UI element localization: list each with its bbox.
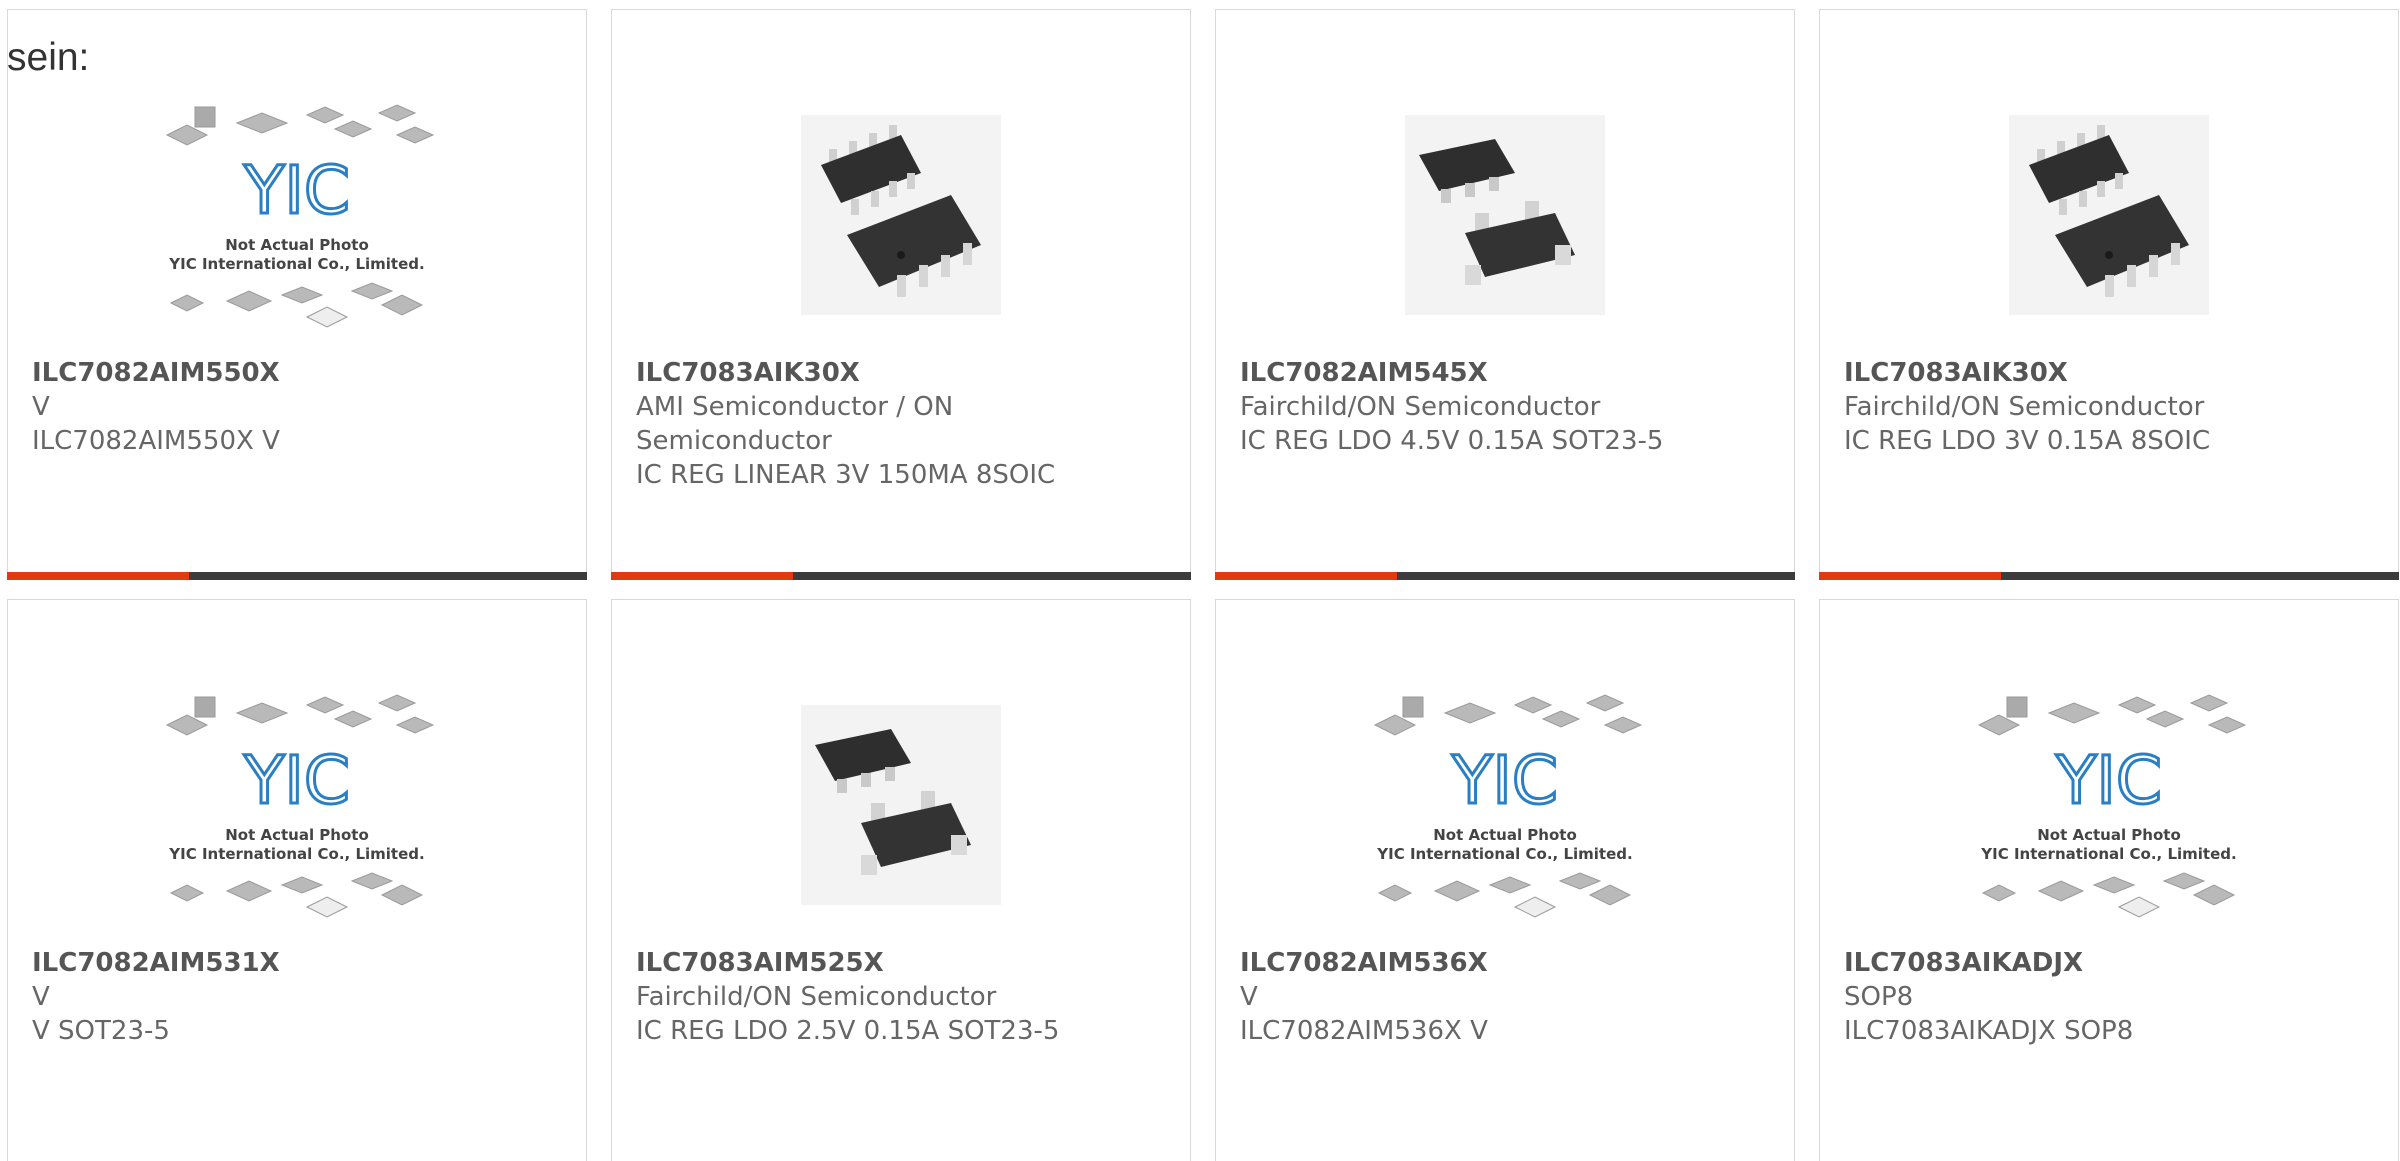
product-description: IC REG LDO 3V 0.15A 8SOIC — [1844, 426, 2211, 456]
product-name[interactable]: ILC7083AIK30X — [1844, 356, 2068, 390]
product-card[interactable]: ILC7083AIM525X Fairchild/ON Semiconducto… — [611, 599, 1191, 1161]
placeholder-photo-icon: YIC Not Actual Photo YIC International C… — [165, 694, 435, 918]
product-description: IC REG LDO 2.5V 0.15A SOT23-5 — [636, 1016, 1060, 1046]
svg-text:YIC International Co., Limited: YIC International Co., Limited. — [1376, 845, 1632, 863]
card-bottom-bar — [7, 572, 587, 580]
product-card[interactable]: YIC Not Actual Photo YIC International C… — [1819, 599, 2399, 1161]
product-name[interactable]: ILC7082AIM531X — [32, 946, 280, 980]
product-image[interactable] — [612, 80, 1190, 350]
placeholder-photo-icon: YIC Not Actual Photo YIC International C… — [1977, 694, 2247, 918]
product-name[interactable]: ILC7083AIK30X — [636, 356, 860, 390]
product-maker: V — [32, 392, 50, 422]
soic8-chip-icon — [801, 115, 1001, 315]
product-image-placeholder[interactable]: YIC Not Actual Photo YIC International C… — [1216, 670, 1794, 940]
product-image-placeholder[interactable]: YIC Not Actual Photo YIC International C… — [8, 80, 586, 350]
product-image-placeholder[interactable]: YIC Not Actual Photo YIC International C… — [1820, 670, 2398, 940]
card-accent-bar — [1819, 572, 2001, 580]
card-bottom-bar — [1215, 572, 1795, 580]
product-card[interactable]: ILC7083AIK30X AMI Semiconductor / ON Sem… — [611, 9, 1191, 580]
product-card[interactable]: YIC Not Actual Photo YIC International C… — [7, 599, 587, 1161]
svg-text:Not Actual Photo: Not Actual Photo — [225, 826, 369, 844]
product-description: ILC7082AIM536X V — [1240, 1016, 1488, 1046]
card-bottom-bar — [611, 572, 1191, 580]
product-description: IC REG LDO 4.5V 0.15A SOT23-5 — [1240, 426, 1664, 456]
product-maker: V — [32, 982, 50, 1012]
product-name[interactable]: ILC7083AIM525X — [636, 946, 884, 980]
sot23-chip-icon — [801, 705, 1001, 905]
product-card[interactable]: ILC7082AIM545X Fairchild/ON Semiconducto… — [1215, 9, 1795, 580]
placeholder-photo-icon: YIC Not Actual Photo YIC International C… — [165, 104, 435, 328]
svg-text:YIC International Co., Limited: YIC International Co., Limited. — [168, 255, 424, 273]
sot23-chip-icon — [1405, 115, 1605, 315]
svg-text:YIC International Co., Limited: YIC International Co., Limited. — [1980, 845, 2236, 863]
product-name[interactable]: ILC7082AIM550X — [32, 356, 280, 390]
svg-text:YIC: YIC — [243, 742, 350, 819]
product-description: ILC7083AIKADJX SOP8 — [1844, 1016, 2134, 1046]
product-maker: Fairchild/ON Semiconductor — [1844, 392, 2205, 422]
product-image-placeholder[interactable]: YIC Not Actual Photo YIC International C… — [8, 670, 586, 940]
svg-text:YIC: YIC — [243, 152, 350, 229]
card-accent-bar — [1215, 572, 1397, 580]
product-description: ILC7082AIM550X V — [32, 426, 280, 456]
svg-text:YIC: YIC — [2055, 742, 2162, 819]
product-description: V SOT23-5 — [32, 1016, 170, 1046]
svg-text:YIC International Co., Limited: YIC International Co., Limited. — [168, 845, 424, 863]
svg-text:Not Actual Photo: Not Actual Photo — [1433, 826, 1577, 844]
product-name[interactable]: ILC7082AIM545X — [1240, 356, 1488, 390]
product-maker: SOP8 — [1844, 982, 1914, 1012]
product-image[interactable] — [1216, 80, 1794, 350]
product-maker: AMI Semiconductor / ON Semiconductor — [636, 392, 954, 456]
product-maker: Fairchild/ON Semiconductor — [636, 982, 997, 1012]
product-name[interactable]: ILC7082AIM536X — [1240, 946, 1488, 980]
product-maker: V — [1240, 982, 1258, 1012]
intro-text: sein: — [7, 36, 90, 79]
placeholder-photo-icon: YIC Not Actual Photo YIC International C… — [1373, 694, 1643, 918]
soic8-chip-icon — [2009, 115, 2209, 315]
product-name[interactable]: ILC7083AIKADJX — [1844, 946, 2083, 980]
card-accent-bar — [7, 572, 189, 580]
product-image[interactable] — [612, 670, 1190, 940]
product-card[interactable]: YIC Not Actual Photo YIC International C… — [1215, 599, 1795, 1161]
product-card[interactable]: ILC7083AIK30X Fairchild/ON Semiconductor… — [1819, 9, 2399, 580]
svg-text:YIC: YIC — [1451, 742, 1558, 819]
card-bottom-bar — [1819, 572, 2399, 580]
product-card[interactable]: YIC Not Actual Photo YIC International C… — [7, 9, 587, 580]
product-maker: Fairchild/ON Semiconductor — [1240, 392, 1601, 422]
svg-text:Not Actual Photo: Not Actual Photo — [2037, 826, 2181, 844]
product-image[interactable] — [1820, 80, 2398, 350]
product-description: IC REG LINEAR 3V 150MA 8SOIC — [636, 460, 1056, 490]
card-accent-bar — [611, 572, 793, 580]
svg-text:Not Actual Photo: Not Actual Photo — [225, 236, 369, 254]
